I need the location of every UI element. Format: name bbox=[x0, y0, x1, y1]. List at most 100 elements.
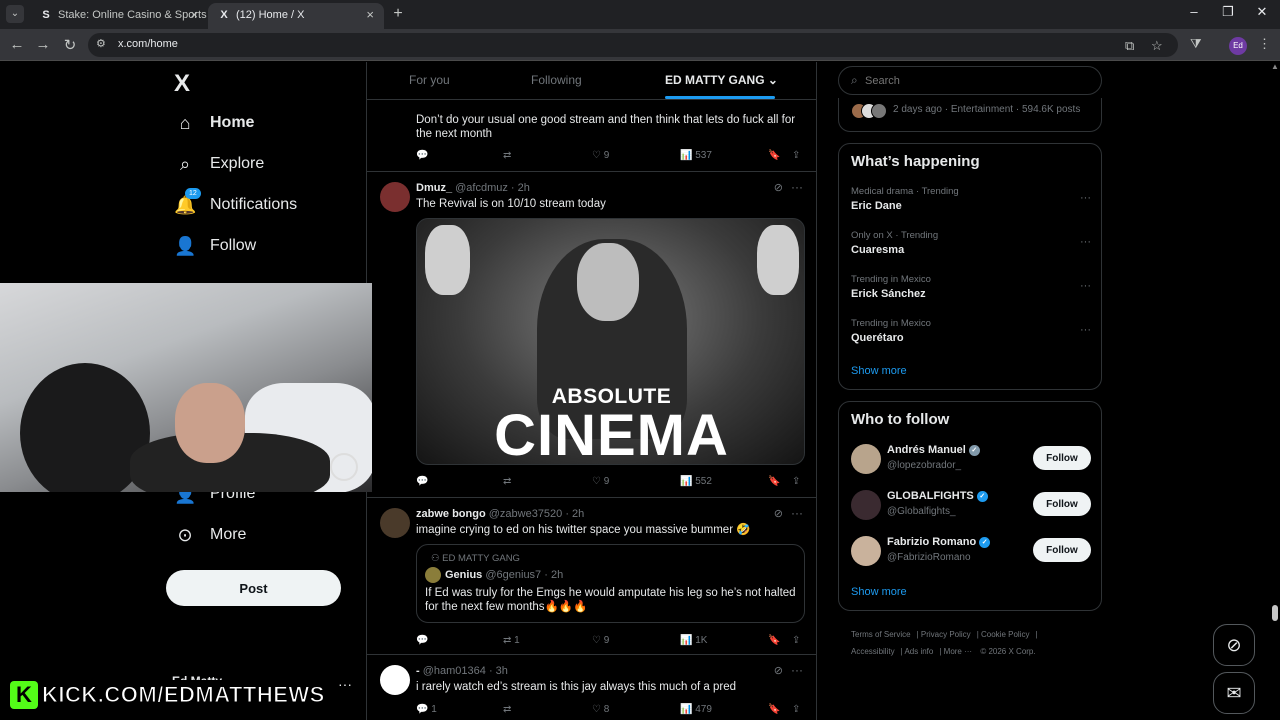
tweet[interactable]: Don’t do your usual one good stream and … bbox=[367, 100, 816, 172]
back-button[interactable]: ← bbox=[8, 36, 26, 53]
trend-more-icon[interactable]: ··· bbox=[1080, 324, 1091, 336]
follow-suggestion[interactable]: GLOBALFIGHTS ✓ @Globalfights_ Follow bbox=[851, 490, 1091, 524]
avatar[interactable] bbox=[851, 536, 881, 566]
views-button[interactable]: 📊 537 bbox=[680, 150, 712, 161]
trend-more-icon[interactable]: ··· bbox=[1080, 192, 1091, 204]
trend-item[interactable]: Medical drama · Trending Eric Dane ··· bbox=[851, 186, 1091, 216]
nav-item-home[interactable]: ⌂ Home bbox=[174, 108, 255, 138]
tweet[interactable]: zabwe bongo @zabwe37520 · 2h ⊘ ··· imagi… bbox=[367, 498, 816, 655]
follow-button[interactable]: Follow bbox=[1033, 492, 1091, 516]
show-more-link[interactable]: Show more bbox=[851, 365, 907, 377]
tab-ed-matty-gang[interactable]: ED MATTY GANG ⌄ bbox=[665, 73, 778, 87]
nav-item-explore[interactable]: ⌕ Explore bbox=[174, 149, 264, 179]
footer-link[interactable]: Accessibility bbox=[851, 647, 895, 656]
tweet[interactable]: - @ham01364 · 3h ⊘ ··· i rarely watch ed… bbox=[367, 655, 816, 720]
share-button[interactable]: ⇪ bbox=[792, 704, 800, 715]
nav-item-more[interactable]: ⊙ More bbox=[174, 520, 246, 550]
follow-suggestion[interactable]: Fabrizio Romano ✓ @FabrizioRomano Follow bbox=[851, 536, 1091, 570]
address-bar[interactable]: ⚙ x.com/home ⧉ ☆ bbox=[88, 33, 1178, 57]
minimize-button[interactable]: – bbox=[1184, 4, 1204, 19]
share-button[interactable]: ⇪ bbox=[792, 635, 800, 646]
like-button[interactable]: ♡ 8 bbox=[592, 704, 609, 715]
views-button[interactable]: 📊 552 bbox=[680, 476, 712, 487]
site-info-icon[interactable]: ⚙ bbox=[96, 37, 106, 50]
bookmark-button[interactable]: 🔖 bbox=[768, 150, 780, 161]
tab-following[interactable]: Following bbox=[531, 73, 582, 87]
author-name[interactable]: Dmuz_ bbox=[416, 182, 452, 194]
follow-suggestion[interactable]: Andrés Manuel ✓ @lopezobrador_ Follow bbox=[851, 444, 1091, 478]
quoted-tweet[interactable]: ⚇ ED MATTY GANG Genius @6genius7 · 2h If… bbox=[416, 544, 805, 623]
reload-button[interactable]: ↻ bbox=[61, 36, 79, 54]
trend-item[interactable]: Trending in Mexico Erick Sánchez ··· bbox=[851, 274, 1091, 304]
author-handle[interactable]: @zabwe37520 · 2h bbox=[489, 508, 585, 520]
follow-button[interactable]: Follow bbox=[1033, 538, 1091, 562]
tab-for-you[interactable]: For you bbox=[409, 73, 450, 87]
extensions-icon[interactable]: ⧩ bbox=[1190, 36, 1202, 52]
footer-link[interactable]: Cookie Policy bbox=[981, 630, 1029, 639]
grok-icon[interactable]: ⊘ bbox=[774, 181, 783, 194]
footer-link[interactable]: Ads info bbox=[904, 647, 933, 656]
x-logo-icon[interactable]: X bbox=[174, 70, 190, 98]
scroll-up-icon[interactable]: ▲ bbox=[1271, 62, 1279, 71]
author-handle[interactable]: @ham01364 · 3h bbox=[423, 665, 508, 677]
views-button[interactable]: 📊 1K bbox=[680, 635, 707, 646]
nav-item-follow[interactable]: 👤 Follow bbox=[174, 231, 256, 261]
bookmark-button[interactable]: 🔖 bbox=[768, 704, 780, 715]
page-scrollbar[interactable]: ▲ bbox=[1270, 62, 1280, 720]
author-handle[interactable]: @afcdmuz · 2h bbox=[455, 182, 530, 194]
footer-link[interactable]: Privacy Policy bbox=[921, 630, 971, 639]
bookmark-button[interactable]: 🔖 bbox=[768, 635, 780, 646]
show-more-link[interactable]: Show more bbox=[851, 586, 907, 598]
browser-menu-icon[interactable]: ⋮ bbox=[1258, 36, 1271, 52]
account-menu-icon[interactable]: ··· bbox=[338, 676, 352, 692]
forward-button[interactable]: → bbox=[34, 36, 52, 53]
reply-button[interactable]: 💬 bbox=[416, 476, 428, 487]
avatar[interactable] bbox=[380, 508, 410, 538]
tab-search-button[interactable]: ⌄ bbox=[6, 5, 24, 23]
trend-more-icon[interactable]: ··· bbox=[1080, 280, 1091, 292]
views-button[interactable]: 📊 479 bbox=[680, 704, 712, 715]
like-button[interactable]: ♡ 9 bbox=[592, 635, 609, 646]
like-button[interactable]: ♡ 9 bbox=[592, 476, 609, 487]
browser-tab-x[interactable]: X (12) Home / X × bbox=[208, 3, 384, 29]
tweet-image[interactable]: ABSOLUTE CINEMA bbox=[416, 218, 805, 465]
tweet-more-icon[interactable]: ··· bbox=[791, 506, 803, 520]
avatar[interactable] bbox=[851, 444, 881, 474]
retweet-button[interactable]: ⇄ bbox=[503, 150, 511, 161]
scrollbar-thumb[interactable] bbox=[1272, 605, 1278, 621]
author-name[interactable]: - bbox=[416, 665, 420, 677]
author-name[interactable]: zabwe bongo bbox=[416, 508, 486, 520]
reply-button[interactable]: 💬 bbox=[416, 150, 428, 161]
search-box[interactable]: ⌕ bbox=[838, 66, 1102, 95]
avatar[interactable] bbox=[380, 182, 410, 212]
nav-item-notifications[interactable]: 🔔 12 Notifications bbox=[174, 188, 297, 220]
trending-story[interactable]: 2 days ago · Entertainment · 594.6K post… bbox=[838, 98, 1102, 132]
avatar[interactable] bbox=[380, 665, 410, 695]
bookmark-star-icon[interactable]: ☆ bbox=[1151, 38, 1163, 54]
browser-tab-stake[interactable]: S Stake: Online Casino & Sports B × bbox=[30, 3, 208, 29]
tweet-more-icon[interactable]: ··· bbox=[791, 180, 803, 194]
messages-button[interactable]: ✉ bbox=[1213, 672, 1255, 714]
retweet-button[interactable]: ⇄ bbox=[503, 704, 511, 715]
search-input[interactable] bbox=[865, 71, 1090, 91]
grok-button[interactable]: ⊘ bbox=[1213, 624, 1255, 666]
retweet-button[interactable]: ⇄ 1 bbox=[503, 635, 520, 646]
share-button[interactable]: ⇪ bbox=[792, 150, 800, 161]
new-tab-button[interactable]: + bbox=[390, 5, 406, 23]
follow-button[interactable]: Follow bbox=[1033, 446, 1091, 470]
footer-link[interactable]: More ··· bbox=[944, 647, 972, 656]
close-tab-icon[interactable]: × bbox=[366, 3, 374, 27]
reply-button[interactable]: 💬 1 bbox=[416, 704, 437, 715]
avatar[interactable] bbox=[851, 490, 881, 520]
footer-link[interactable]: Terms of Service bbox=[851, 630, 911, 639]
maximize-button[interactable]: ❐ bbox=[1218, 4, 1238, 20]
grok-icon[interactable]: ⊘ bbox=[774, 507, 783, 520]
retweet-button[interactable]: ⇄ bbox=[503, 476, 511, 487]
tweet[interactable]: Dmuz_ @afcdmuz · 2h ⊘ ··· The Revival is… bbox=[367, 172, 816, 498]
bookmark-button[interactable]: 🔖 bbox=[768, 476, 780, 487]
share-button[interactable]: ⇪ bbox=[792, 476, 800, 487]
close-tab-icon[interactable]: × bbox=[190, 3, 198, 27]
post-button[interactable]: Post bbox=[166, 570, 341, 606]
like-button[interactable]: ♡ 9 bbox=[592, 150, 609, 161]
grok-icon[interactable]: ⊘ bbox=[774, 664, 783, 677]
